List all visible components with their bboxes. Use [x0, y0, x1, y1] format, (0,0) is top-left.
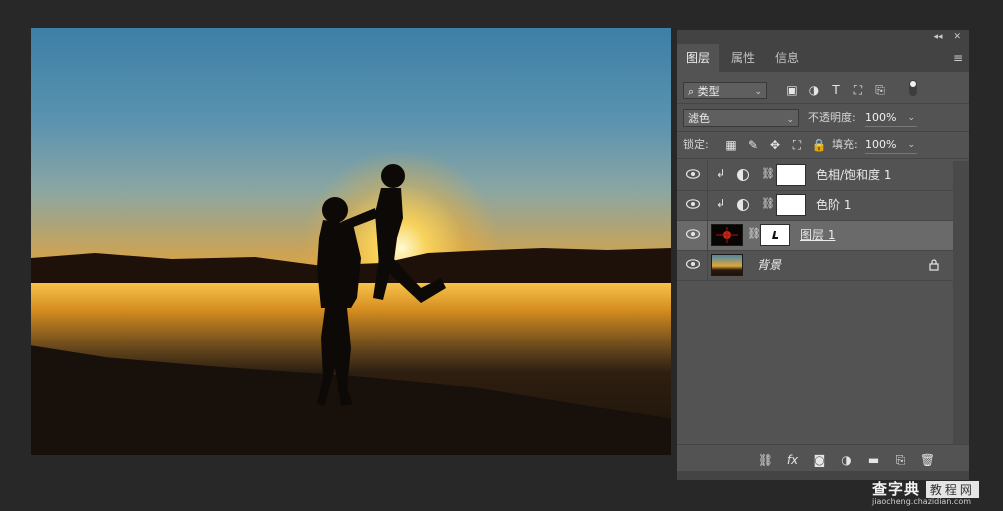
link-layers-icon[interactable]: ⛓: [752, 451, 779, 469]
panel-tabs: 图层 属性 信息 ≡: [677, 44, 969, 72]
opacity-label: 不透明度:: [808, 111, 856, 124]
link-icon[interactable]: ⛓: [747, 227, 761, 240]
adjustment-layer-icon: [737, 169, 749, 181]
lock-brush-icon[interactable]: ✎: [742, 137, 764, 153]
adjustment-filter-icon[interactable]: ◑: [803, 80, 825, 100]
layer-name[interactable]: 色相/饱和度 1: [816, 161, 892, 190]
tab-layers[interactable]: 图层: [677, 44, 719, 72]
lock-all-icon[interactable]: 🔒: [808, 137, 830, 153]
fx-icon[interactable]: fx: [779, 451, 806, 469]
layers-list: ↲ ⛓ 色相/饱和度 1 ↲ ⛓ 色阶 1 ⛓ 图层 1 背景: [677, 161, 953, 281]
image-filter-icon[interactable]: ▣: [781, 80, 803, 100]
chevron-down-icon[interactable]: ⌄: [907, 137, 915, 154]
blend-mode-value: 滤色: [688, 112, 710, 125]
divider: [677, 131, 969, 132]
new-adjustment-icon[interactable]: ◑: [833, 451, 860, 469]
shape-filter-icon[interactable]: ⛶: [847, 80, 869, 100]
divider: [707, 221, 708, 250]
layer-row[interactable]: ↲ ⛓ 色相/饱和度 1: [677, 161, 953, 191]
layer-row[interactable]: 背景: [677, 251, 953, 281]
lock-transparency-icon[interactable]: ▦: [720, 137, 742, 153]
blend-mode-select[interactable]: 滤色 ⌄: [683, 109, 799, 127]
filter-kind-label: 类型: [697, 85, 720, 98]
new-layer-icon[interactable]: ⎘: [887, 451, 914, 469]
layer-filter-select[interactable]: ⌕ 类型 ⌄: [683, 82, 767, 99]
fill-label: 填充:: [832, 138, 858, 151]
type-filter-icon[interactable]: T: [825, 80, 847, 100]
smart-object-filter-icon[interactable]: ⎘: [869, 80, 891, 100]
tab-info[interactable]: 信息: [765, 44, 809, 72]
layer-thumbnail[interactable]: [711, 224, 743, 246]
chevron-down-icon: ⌄: [786, 115, 794, 125]
document-canvas[interactable]: [31, 28, 671, 455]
layer-name[interactable]: 色阶 1: [816, 191, 851, 220]
watermark-badge: 教程网: [925, 481, 979, 498]
watermark-title: 查字典: [872, 480, 921, 498]
link-icon[interactable]: ⛓: [761, 167, 775, 180]
new-group-icon[interactable]: ▬: [860, 451, 887, 469]
divider: [677, 103, 969, 104]
chevron-down-icon[interactable]: ⌄: [907, 110, 915, 127]
watermark-url: jiaocheng.chazidian.com: [872, 497, 972, 506]
layers-panel: ◂◂ ✕ 图层 属性 信息 ≡ ⌕ 类型 ⌄ ▣ ◑ T ⛶ ⎘ 滤色 ⌄ 不透明度: …: [677, 30, 969, 480]
adjustment-layer-icon: [737, 199, 749, 211]
opacity-value: 100%: [865, 111, 897, 124]
lock-artboard-icon[interactable]: ⛶: [786, 137, 808, 153]
tab-properties[interactable]: 属性: [721, 44, 765, 72]
layer-mask-thumbnail[interactable]: [776, 164, 806, 186]
menu-icon[interactable]: ≡: [953, 44, 963, 72]
couple-silhouette: [317, 164, 446, 406]
visibility-eye-icon[interactable]: [686, 229, 700, 239]
fill-value: 100%: [865, 138, 897, 151]
lock-icons: ▦ ✎ ✥ ⛶ 🔒: [720, 137, 830, 153]
layer-row[interactable]: ↲ ⛓ 色阶 1: [677, 191, 953, 221]
divider: [677, 158, 969, 159]
divider: [707, 251, 708, 280]
layer-name[interactable]: 背景: [757, 251, 781, 280]
filter-toggle[interactable]: [909, 80, 917, 96]
visibility-eye-icon[interactable]: [686, 169, 700, 179]
layer-row-selected[interactable]: ⛓ 图层 1: [677, 221, 953, 251]
layer-mask-thumbnail[interactable]: [760, 224, 790, 246]
lock-position-icon[interactable]: ✥: [764, 137, 786, 153]
add-mask-icon[interactable]: ◙: [806, 451, 833, 469]
filter-icons: ▣ ◑ T ⛶ ⎘: [781, 80, 891, 100]
lock-label: 锁定:: [683, 138, 709, 151]
divider: [707, 191, 708, 220]
opacity-input[interactable]: 100% ⌄: [865, 109, 917, 127]
layer-thumbnail[interactable]: [711, 254, 743, 276]
panel-title-bar: ◂◂ ✕: [677, 30, 969, 44]
watermark: 查字典 教程网 jiaocheng.chazidian.com: [872, 478, 979, 506]
layer-mask-thumbnail[interactable]: [776, 194, 806, 216]
chevron-down-icon: ⌄: [754, 87, 762, 97]
fill-input[interactable]: 100% ⌄: [865, 136, 917, 154]
clipping-mask-icon: ↲: [716, 197, 726, 210]
layers-scrollbar[interactable]: [953, 161, 969, 444]
divider: [707, 161, 708, 190]
lock-icon: [929, 259, 939, 271]
clipping-mask-icon: ↲: [716, 167, 726, 180]
visibility-eye-icon[interactable]: [686, 199, 700, 209]
collapse-panels-icon[interactable]: ◂◂: [934, 30, 943, 44]
delete-icon[interactable]: 🗑: [914, 451, 941, 469]
visibility-eye-icon[interactable]: [686, 259, 700, 269]
link-icon[interactable]: ⛓: [761, 197, 775, 210]
search-icon: ⌕: [688, 85, 695, 98]
close-icon[interactable]: ✕: [953, 30, 961, 44]
layer-name[interactable]: 图层 1: [800, 221, 835, 250]
